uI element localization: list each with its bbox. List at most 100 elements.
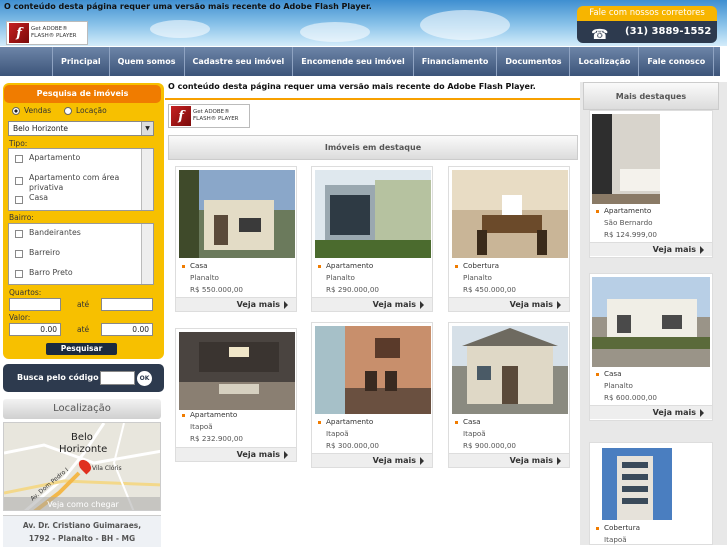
search-panel-title: Pesquisa de imóveis: [4, 85, 161, 103]
code-search-input[interactable]: [100, 371, 135, 385]
property-area: Planalto: [463, 273, 492, 282]
veja-mais-button[interactable]: Veja mais: [449, 297, 569, 311]
nav-item-encomende[interactable]: Encomende seu imóvel: [293, 47, 414, 76]
property-type: Casa: [182, 260, 243, 272]
highlight-card[interactable]: Apartamento São Bernardo R$ 124.999,00 Vej…: [589, 110, 713, 258]
nav-item-principal[interactable]: Principal: [52, 47, 110, 76]
city-select[interactable]: Belo Horizonte ▼: [8, 121, 154, 136]
flash-icon: f: [171, 106, 191, 126]
highlight-card[interactable]: Casa Planalto R$ 600.000,00 Veja mais: [589, 273, 713, 421]
property-photo[interactable]: [315, 326, 431, 414]
property-price: R$ 232.900,00: [190, 434, 244, 443]
flash-required-message: O conteúdo desta página requer uma versã…: [4, 2, 372, 11]
radio-locacao[interactable]: [64, 107, 72, 115]
code-search-box: Busca pelo código OK: [3, 364, 164, 392]
property-area: Itapoã: [326, 429, 349, 438]
property-price: R$ 450.000,00: [463, 285, 517, 294]
bairro-option[interactable]: Bandeirantes: [29, 228, 81, 237]
quartos-min-input[interactable]: [9, 298, 61, 311]
highlight-card[interactable]: Cobertura Itapoã: [589, 442, 713, 545]
property-price: R$ 290.000,00: [326, 285, 380, 294]
valor-ate-label: até: [77, 325, 90, 334]
valor-min-input[interactable]: 0.00: [9, 323, 61, 336]
address-line: Av. Dr. Cristiano Guimaraes,: [22, 521, 142, 530]
radio-locacao-label: Locação: [76, 106, 107, 115]
property-price: R$ 300.000,00: [326, 441, 380, 450]
tipo-label: Tipo:: [9, 139, 28, 148]
property-type: Apartamento: [182, 409, 243, 421]
property-area: Planalto: [326, 273, 355, 282]
property-area: Itapoã: [463, 429, 486, 438]
property-card[interactable]: Casa Itapoã R$ 900.000,00 Veja mais: [448, 322, 570, 468]
nav-item-localizacao[interactable]: Localização: [570, 47, 640, 76]
property-photo[interactable]: [602, 448, 672, 520]
property-price: R$ 600.000,00: [604, 393, 658, 402]
tipo-checkbox[interactable]: [15, 177, 23, 185]
tipo-option[interactable]: Apartamento com área privativa: [29, 173, 133, 193]
ok-button[interactable]: OK: [137, 371, 152, 386]
property-type: Casa: [455, 416, 516, 428]
location-map[interactable]: Belo Horizonte Vila Clóris Av. Dom Pedro…: [3, 422, 161, 511]
property-area: Planalto: [190, 273, 219, 282]
property-type: Apartamento: [318, 260, 379, 272]
property-price: R$ 124.999,00: [604, 230, 658, 239]
veja-mais-button[interactable]: Veja mais: [312, 297, 432, 311]
get-flash-player-button[interactable]: f Get ADOBE® FLASH® PLAYER: [6, 21, 88, 45]
nav-item-documentos[interactable]: Documentos: [497, 47, 571, 76]
property-card[interactable]: Apartamento Itapoã R$ 232.900,00 Veja mais: [175, 328, 297, 462]
nav-item-financiamento[interactable]: Financiamento: [414, 47, 498, 76]
veja-mais-button[interactable]: Veja mais: [590, 405, 712, 419]
search-button[interactable]: Pesquisar: [46, 343, 117, 355]
property-photo[interactable]: [179, 332, 295, 410]
phone-number: (31) 3889-1552: [625, 26, 712, 37]
bairro-option[interactable]: Barro Preto: [29, 268, 73, 277]
tipo-option[interactable]: Casa: [29, 193, 48, 202]
bairro-checkbox[interactable]: [15, 250, 23, 258]
city-select-value: Belo Horizonte: [13, 124, 69, 133]
veja-mais-button[interactable]: Veja mais: [590, 242, 712, 256]
main-nav: Principal Quem somos Cadastre seu imóvel…: [0, 47, 720, 76]
veja-mais-button[interactable]: Veja mais: [176, 297, 296, 311]
cloud-decoration: [150, 20, 210, 38]
quartos-ate-label: até: [77, 300, 90, 309]
property-photo[interactable]: [452, 170, 568, 258]
property-photo[interactable]: [592, 114, 660, 204]
main-flash-message: O conteúdo desta página requer uma versã…: [168, 82, 536, 91]
tipo-option[interactable]: Apartamento: [29, 153, 80, 162]
quartos-max-input[interactable]: [101, 298, 153, 311]
property-card[interactable]: Casa Planalto R$ 550.000,00 Veja mais: [175, 166, 297, 312]
tipo-checkbox[interactable]: [15, 196, 23, 204]
property-price: R$ 900.000,00: [463, 441, 517, 450]
valor-max-input[interactable]: 0.00: [101, 323, 153, 336]
flash-button-line1: Get ADOBE®: [31, 26, 68, 32]
property-photo[interactable]: [592, 277, 710, 367]
property-card[interactable]: Apartamento Planalto R$ 290.000,00 Veja ma…: [311, 166, 433, 312]
tipo-scrollbar[interactable]: [141, 149, 153, 210]
nav-item-fale-conosco[interactable]: Fale conosco: [639, 47, 715, 76]
nav-item-cadastre[interactable]: Cadastre seu imóvel: [185, 47, 294, 76]
veja-mais-button[interactable]: Veja mais: [176, 447, 296, 461]
chevron-down-icon[interactable]: ▼: [141, 122, 153, 135]
map-directions-link[interactable]: Veja como chegar: [4, 497, 160, 510]
bairro-listbox[interactable]: Bandeirantes Barreiro Barro Preto: [8, 223, 154, 285]
property-card[interactable]: Cobertura Planalto R$ 450.000,00 Veja mais: [448, 166, 570, 312]
property-photo[interactable]: [452, 326, 568, 414]
bairro-option[interactable]: Barreiro: [29, 248, 60, 257]
get-flash-player-button[interactable]: f Get ADOBE® FLASH® PLAYER: [168, 104, 250, 128]
bairro-checkbox[interactable]: [15, 270, 23, 278]
bairro-checkbox[interactable]: [15, 230, 23, 238]
flash-icon: f: [9, 23, 29, 43]
veja-mais-button[interactable]: Veja mais: [449, 453, 569, 467]
bairro-scrollbar[interactable]: [141, 224, 153, 284]
veja-mais-button[interactable]: Veja mais: [312, 453, 432, 467]
property-photo[interactable]: [179, 170, 295, 258]
code-search-label: Busca pelo código: [17, 373, 99, 382]
tipo-listbox[interactable]: Apartamento Apartamento com área privati…: [8, 148, 154, 211]
property-type: Casa: [596, 368, 657, 380]
radio-vendas[interactable]: [12, 107, 20, 115]
property-photo[interactable]: [315, 170, 431, 258]
property-card[interactable]: Apartamento Itapoã R$ 300.000,00 Veja mais: [311, 322, 433, 468]
property-area: São Bernardo: [604, 218, 653, 227]
nav-item-quem-somos[interactable]: Quem somos: [110, 47, 185, 76]
tipo-checkbox[interactable]: [15, 155, 23, 163]
